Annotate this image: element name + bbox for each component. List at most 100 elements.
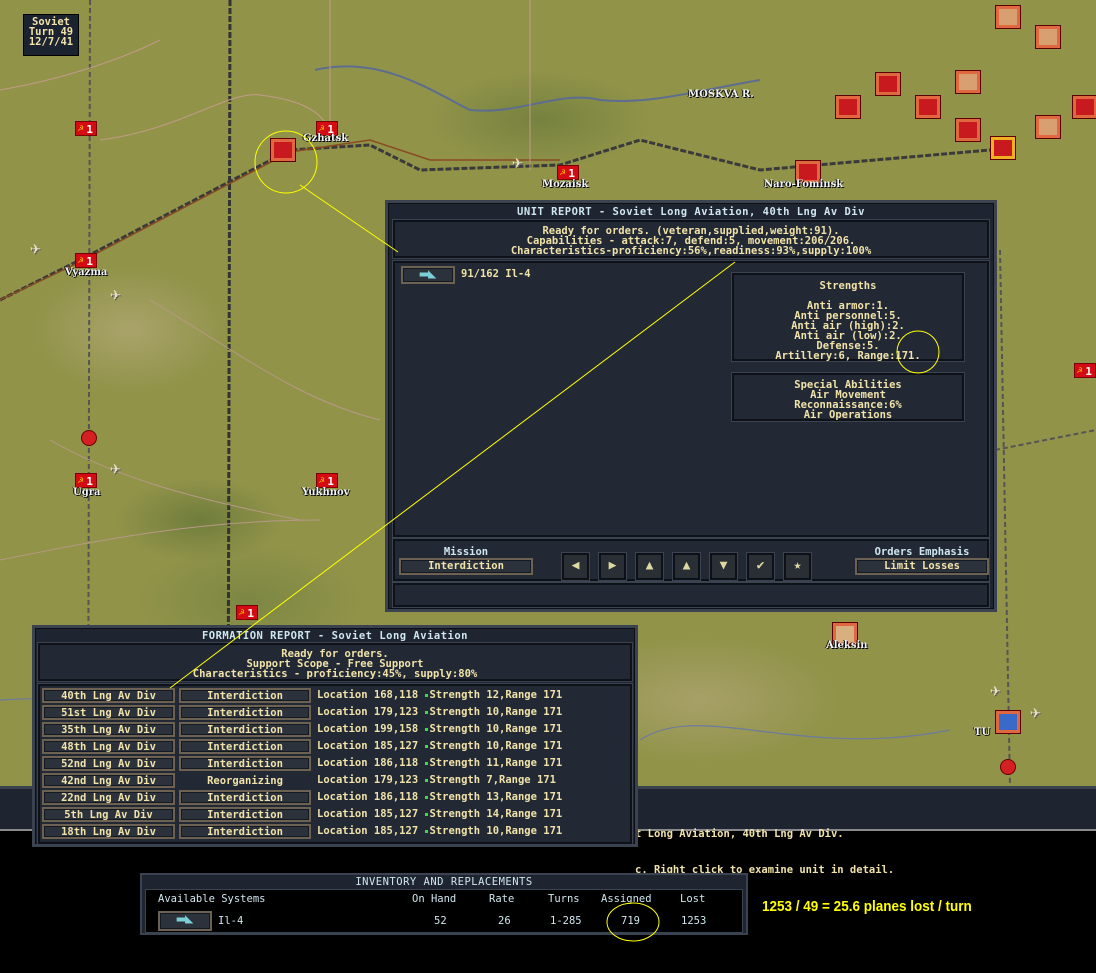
unit-strength: Strength 12,Range 171 [429, 689, 563, 701]
formation-unit-row[interactable]: 52nd Lng Av Div Interdiction Location 186,… [42, 756, 632, 773]
unit-mission-button[interactable]: Reorganizing [179, 773, 311, 788]
loss-rate-annotation: 1253 / 49 = 25.6 planes lost / turn [762, 898, 972, 915]
unit-name-button[interactable]: 22nd Lng Av Div [42, 790, 175, 805]
unit-name-button[interactable]: 42nd Lng Av Div [42, 773, 175, 788]
formation-unit-row[interactable]: 22nd Lng Av Div Interdiction Location 186,… [42, 790, 632, 807]
unit-counter[interactable] [1072, 95, 1096, 119]
previous-unit-icon: ◀ [571, 558, 580, 573]
confirm-icon: ✔ [756, 558, 765, 573]
soviet-unit-marker[interactable]: 1 [316, 473, 338, 489]
unit-counter[interactable] [1035, 115, 1061, 139]
next-unit-icon: ▶ [608, 558, 617, 573]
unit-mission-button[interactable]: Interdiction [179, 824, 311, 839]
formation-unit-row[interactable]: 5th Lng Av Div Interdiction Location 185,1… [42, 807, 632, 824]
header-assigned: Assigned [601, 893, 652, 905]
mission-select[interactable]: Interdiction [399, 558, 533, 575]
unit-counter[interactable] [915, 95, 941, 119]
formation-unit-row[interactable]: 51st Lng Av Div Interdiction Location 179,… [42, 705, 632, 722]
unit-counter[interactable] [990, 136, 1016, 160]
move-up-button[interactable]: ▲ [673, 553, 700, 580]
move-down-button[interactable]: ▼ [710, 553, 737, 580]
equipment-label: 91/162 Il-4 [461, 268, 531, 280]
unit-info: Location 186,118 Strength 13,Range 171 [317, 791, 562, 803]
il4-system-button[interactable]: ▬◣ [158, 911, 212, 931]
city-label: Mozaisk [542, 179, 589, 190]
unit-mission-button[interactable]: Interdiction [179, 790, 311, 805]
next-unit-button[interactable]: ▶ [599, 553, 626, 580]
inventory-panel: INVENTORY AND REPLACEMENTS Available Sys… [140, 873, 748, 935]
unit-counter[interactable] [995, 5, 1021, 29]
special-ability: Air Operations [803, 409, 893, 421]
unit-strength: Strength 10,Range 171 [429, 740, 563, 752]
formation-unit-row[interactable]: 40th Lng Av Div Interdiction Location 168,… [42, 688, 632, 705]
soviet-unit-marker[interactable]: 1 [236, 605, 258, 621]
orders-emphasis-select[interactable]: Limit Losses [855, 558, 989, 575]
soviet-unit-marker[interactable]: 1 [557, 165, 579, 181]
unit-info: Location 179,123 Strength 10,Range 171 [317, 706, 562, 718]
header-rate: Rate [489, 893, 515, 905]
unit-info: Location 186,118 Strength 11,Range 171 [317, 757, 562, 769]
rate-value: 26 [498, 915, 511, 927]
airfield-icon: ✈ [512, 152, 523, 173]
formation-unit-row[interactable]: 35th Lng Av Div Interdiction Location 199,… [42, 722, 632, 739]
equipment-button[interactable]: ▬◣ [401, 266, 455, 284]
unit-counter[interactable] [1035, 25, 1061, 49]
unit-counter[interactable] [835, 95, 861, 119]
city-label: Aleksin [826, 640, 868, 651]
unit-counter[interactable] [955, 118, 981, 142]
unit-name-button[interactable]: 48th Lng Av Div [42, 739, 175, 754]
formation-unit-row[interactable]: 48th Lng Av Div Interdiction Location 185,… [42, 739, 632, 756]
unit-counter[interactable] [955, 70, 981, 94]
cycle-units-button[interactable]: ▲ [636, 553, 663, 580]
move-down-icon: ▼ [719, 558, 728, 573]
unit-mission-button[interactable]: Interdiction [179, 705, 311, 720]
unit-counter[interactable] [875, 72, 901, 96]
unit-location: Location 185,127 [317, 808, 419, 820]
unit-mission-button[interactable]: Interdiction [179, 722, 311, 737]
strength-line: Artillery:6, Range:171. [775, 350, 921, 362]
unit-strength: Strength 14,Range 171 [429, 808, 563, 820]
cycle-units-icon: ▲ [645, 558, 654, 573]
unit-mission-button[interactable]: Interdiction [179, 688, 311, 703]
unit-mission-button[interactable]: Interdiction [179, 807, 311, 822]
unit-name-button[interactable]: 18th Lng Av Div [42, 824, 175, 839]
confirm-button[interactable]: ✔ [747, 553, 774, 580]
inventory-title: INVENTORY AND REPLACEMENTS [355, 876, 533, 888]
unit-strength: Strength 13,Range 171 [429, 791, 563, 803]
unit-mission-button[interactable]: Interdiction [179, 756, 311, 771]
unit-report-footer [393, 583, 989, 607]
selected-air-unit-counter[interactable] [270, 138, 296, 162]
unit-name-button[interactable]: 52nd Lng Av Div [42, 756, 175, 771]
soviet-unit-marker[interactable]: 1 [75, 253, 97, 269]
unit-name-button[interactable]: 5th Lng Av Div [42, 807, 175, 822]
header-lost: Lost [680, 893, 706, 905]
unit-location: Location 185,127 [317, 740, 419, 752]
unit-report-title: UNIT REPORT - Soviet Long Aviation, 40th… [517, 206, 865, 218]
strengths-box: Strengths Anti armor:1. Anti personnel:5… [732, 273, 964, 361]
river-label: MOSKVA R. [688, 89, 754, 100]
unit-info: Location 199,158 Strength 10,Range 171 [317, 723, 562, 735]
soviet-unit-marker[interactable]: 1 [75, 473, 97, 489]
unit-report-panel: UNIT REPORT - Soviet Long Aviation, 40th… [385, 200, 997, 612]
formation-unit-row[interactable]: 42nd Lng Av Div Reorganizing Location 179,… [42, 773, 632, 790]
objective-marker [81, 430, 97, 446]
strengths-title: Strengths [819, 280, 877, 292]
lost-value: 1253 [681, 915, 707, 927]
formation-unit-row[interactable]: 18th Lng Av Div Interdiction Location 185,… [42, 824, 632, 841]
soviet-unit-marker[interactable]: 1 [1074, 363, 1096, 379]
unit-name-button[interactable]: 40th Lng Av Div [42, 688, 175, 703]
previous-unit-button[interactable]: ◀ [562, 553, 589, 580]
unit-name-button[interactable]: 35th Lng Av Div [42, 722, 175, 737]
favorite-button[interactable]: ★ [784, 553, 811, 580]
unit-info: Location 168,118 Strength 12,Range 171 [317, 689, 562, 701]
soviet-unit-marker[interactable]: 1 [75, 121, 97, 137]
unit-location: Location 179,123 [317, 706, 419, 718]
unit-info: Location 185,127 Strength 14,Range 171 [317, 808, 562, 820]
unit-strength: Strength 11,Range 171 [429, 757, 563, 769]
unit-name-button[interactable]: 51st Lng Av Div [42, 705, 175, 720]
airfield-icon: ✈ [1030, 702, 1041, 723]
unit-mission-button[interactable]: Interdiction [179, 739, 311, 754]
bomber-plane-icon: ▬◣ [419, 266, 437, 282]
date-label: 12/7/41 [28, 36, 74, 48]
unit-counter[interactable] [995, 710, 1021, 734]
